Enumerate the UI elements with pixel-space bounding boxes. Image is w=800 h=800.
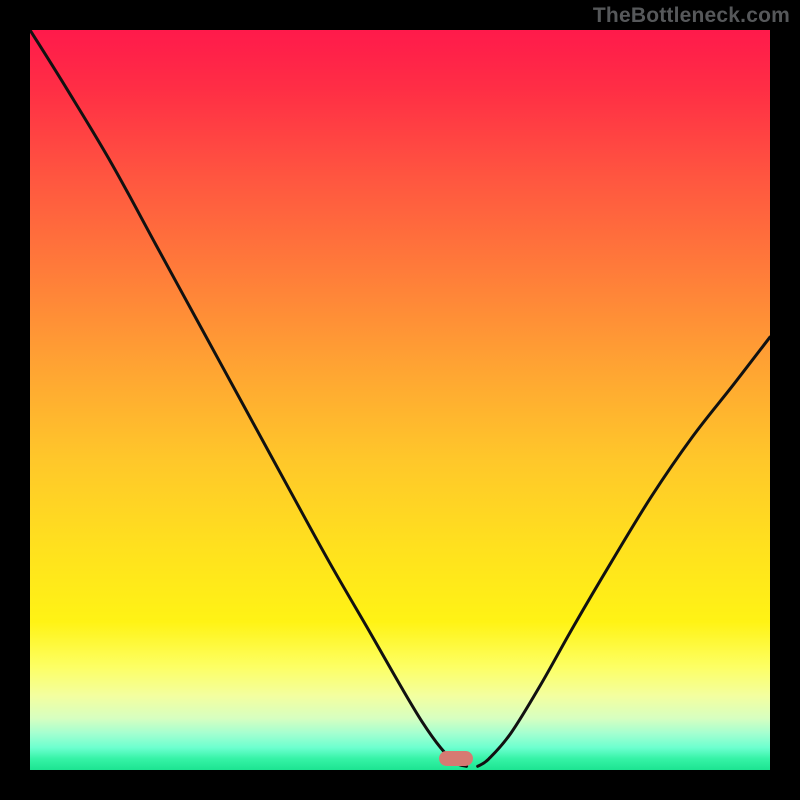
bottleneck-curve: [30, 30, 770, 770]
watermark-text: TheBottleneck.com: [593, 4, 790, 28]
plot-area: [30, 30, 770, 770]
curve-right-branch: [478, 337, 770, 766]
chart-frame: TheBottleneck.com: [0, 0, 800, 800]
optimal-point-marker: [439, 751, 473, 766]
curve-left-branch: [30, 30, 467, 766]
